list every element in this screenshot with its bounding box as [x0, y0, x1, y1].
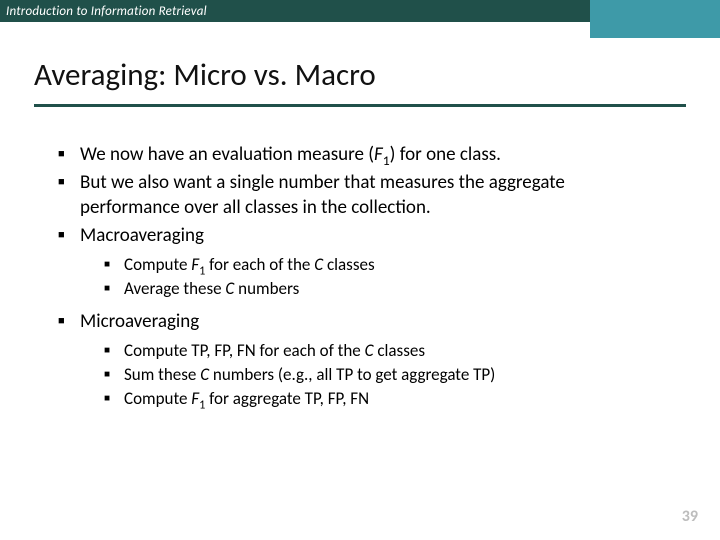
course-title: Introduction to Information Retrieval	[0, 4, 207, 19]
text: numbers (e.g., all TP to get aggregate T…	[209, 364, 495, 385]
var-F: F	[191, 388, 199, 409]
text: classes	[323, 254, 374, 275]
accent-block	[590, 0, 720, 38]
text: But we also want a single number that me…	[80, 171, 565, 218]
text: Microaveraging	[80, 310, 199, 333]
var-C: C	[314, 254, 323, 275]
sub-bullet-item: Sum these C numbers (e.g., all TP to get…	[104, 364, 668, 386]
sub-bullet-list: Compute TP, FP, FN for each of the C cla…	[104, 340, 668, 409]
page-number: 39	[682, 507, 698, 526]
sub-bullet-item: Compute TP, FP, FN for each of the C cla…	[104, 340, 668, 362]
sub-bullet-item: Compute F1 for aggregate TP, FP, FN	[104, 388, 668, 410]
sub-bullet-list: Compute F1 for each of the C classes Ave…	[104, 254, 668, 300]
bullet-item: Macroaveraging Compute F1 for each of th…	[58, 224, 668, 300]
var-F: F	[191, 254, 199, 275]
var-C: C	[225, 278, 234, 299]
bullet-item: But we also want a single number that me…	[58, 171, 668, 220]
text: Average these	[124, 278, 225, 299]
bullet-item: Microaveraging Compute TP, FP, FN for ea…	[58, 310, 668, 410]
text: We now have an evaluation measure (	[80, 143, 374, 166]
slide: Introduction to Information Retrieval Av…	[0, 0, 720, 540]
bullet-list: We now have an evaluation measure (F1) f…	[58, 143, 668, 409]
bullet-item: We now have an evaluation measure (F1) f…	[58, 143, 668, 167]
content: We now have an evaluation measure (F1) f…	[0, 107, 720, 409]
slide-title: Averaging: Micro vs. Macro	[34, 56, 720, 94]
text: Compute	[124, 254, 191, 275]
text: for each of the	[205, 254, 314, 275]
var-F: F	[374, 143, 383, 166]
text: Compute	[124, 388, 191, 409]
sub-bullet-item: Average these C numbers	[104, 278, 668, 300]
text: for aggregate TP, FP, FN	[205, 388, 369, 409]
text: Macroaveraging	[80, 224, 204, 247]
text: ) for one class.	[390, 143, 501, 166]
var-C: C	[200, 364, 209, 385]
sub-bullet-item: Compute F1 for each of the C classes	[104, 254, 668, 276]
text: numbers	[234, 278, 299, 299]
text: Sum these	[124, 364, 200, 385]
sub-1: 1	[383, 152, 390, 169]
text: Compute TP, FP, FN for each of the	[124, 340, 365, 361]
text: classes	[373, 340, 424, 361]
